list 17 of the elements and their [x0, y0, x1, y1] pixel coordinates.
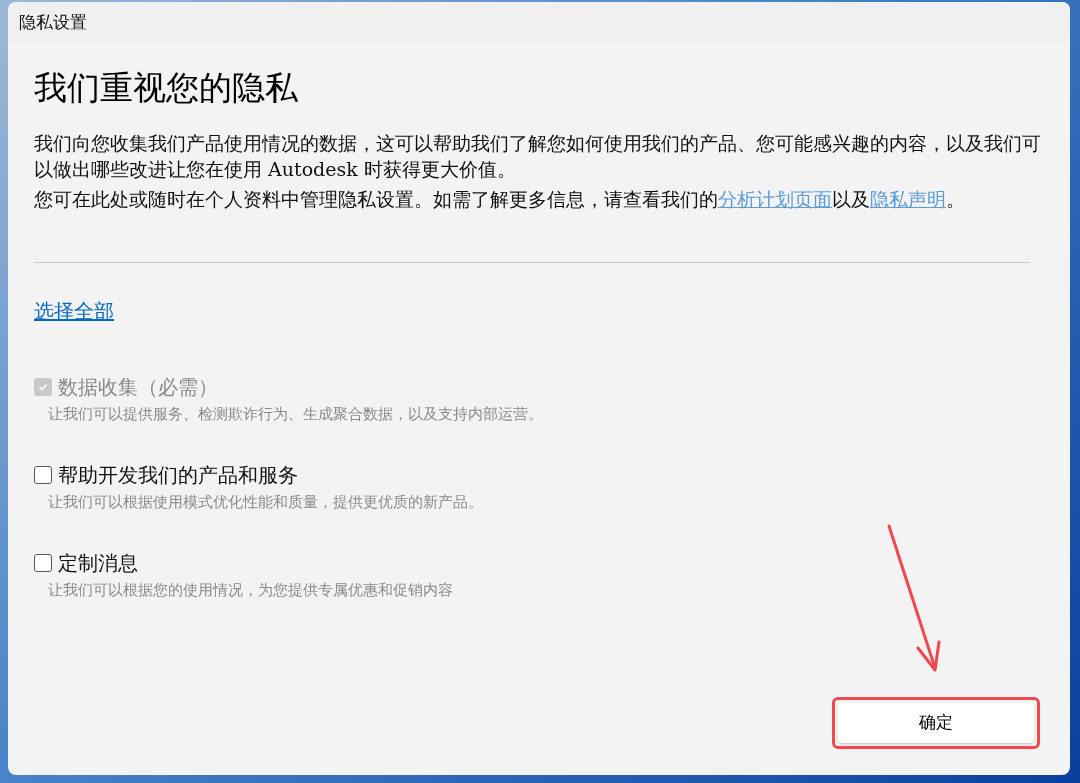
option-label: 定制消息 — [58, 550, 138, 577]
option-label: 帮助开发我们的产品和服务 — [58, 462, 298, 489]
checkbox[interactable] — [34, 554, 52, 572]
window-title: 隐私设置 — [19, 11, 87, 35]
option-description: 让我们可以根据您的使用情况，为您提供专属优惠和促销内容 — [48, 580, 454, 601]
ok-button[interactable]: 确定 — [838, 703, 1034, 743]
check-icon — [37, 381, 49, 393]
checkbox[interactable] — [34, 466, 52, 484]
option-description: 让我们可以根据使用模式优化性能和质量，提供更优质的新产品。 — [48, 492, 484, 513]
privacy-statement-link[interactable]: 隐私声明 — [870, 188, 946, 210]
option-description: 让我们可以提供服务、检测欺诈行为、生成聚合数据，以及支持内部运营。 — [48, 404, 544, 425]
select-all-link[interactable]: 选择全部 — [34, 297, 114, 325]
page-heading: 我们重视您的隐私 — [34, 67, 299, 109]
intro-paragraph: 我们向您收集我们产品使用情况的数据，这可以帮助我们了解您如何使用我们的产品、您可能感兴趣的内容，以及我们可以做出哪些改进让您在使用 Autodesk 时获得更大价值。 — [34, 131, 1042, 182]
analytics-link[interactable]: 分析计划页面 — [718, 188, 832, 210]
option-label: 数据收集（必需） — [58, 374, 218, 401]
manage-paragraph: 您可在此处或随时在个人资料中管理隐私设置。如需了解更多信息，请查看我们的分析计划页面以及隐私声明。 — [34, 187, 966, 212]
